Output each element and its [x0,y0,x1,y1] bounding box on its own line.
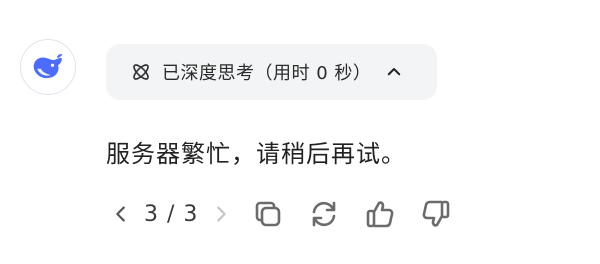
pager-count: 3 / 3 [144,201,199,227]
copy-icon [255,201,281,227]
message-text: 服务器繁忙，请稍后再试。 [106,140,406,168]
chevron-left-icon[interactable] [110,203,132,225]
copy-button[interactable] [250,196,286,232]
regenerate-icon [312,201,336,227]
chevron-up-icon [385,63,403,81]
whale-logo-icon [33,54,63,79]
assistant-avatar [20,39,76,95]
thumbs-up-icon [366,201,394,228]
like-button[interactable] [362,196,398,232]
message-actions: 3 / 3 [110,196,474,232]
atom-icon [130,61,152,83]
response-pager: 3 / 3 [110,202,250,227]
regenerate-button[interactable] [306,196,342,232]
thinking-label: 已深度思考（用时 0 秒） [162,63,372,84]
chat-message: 已深度思考（用时 0 秒） 服务器繁忙，请稍后再试。 3 / 3 [0,0,600,264]
thinking-toggle[interactable]: 已深度思考（用时 0 秒） [106,44,437,100]
chevron-right-icon[interactable] [210,203,232,225]
thumbs-down-icon [422,200,450,227]
dislike-button[interactable] [418,196,454,232]
